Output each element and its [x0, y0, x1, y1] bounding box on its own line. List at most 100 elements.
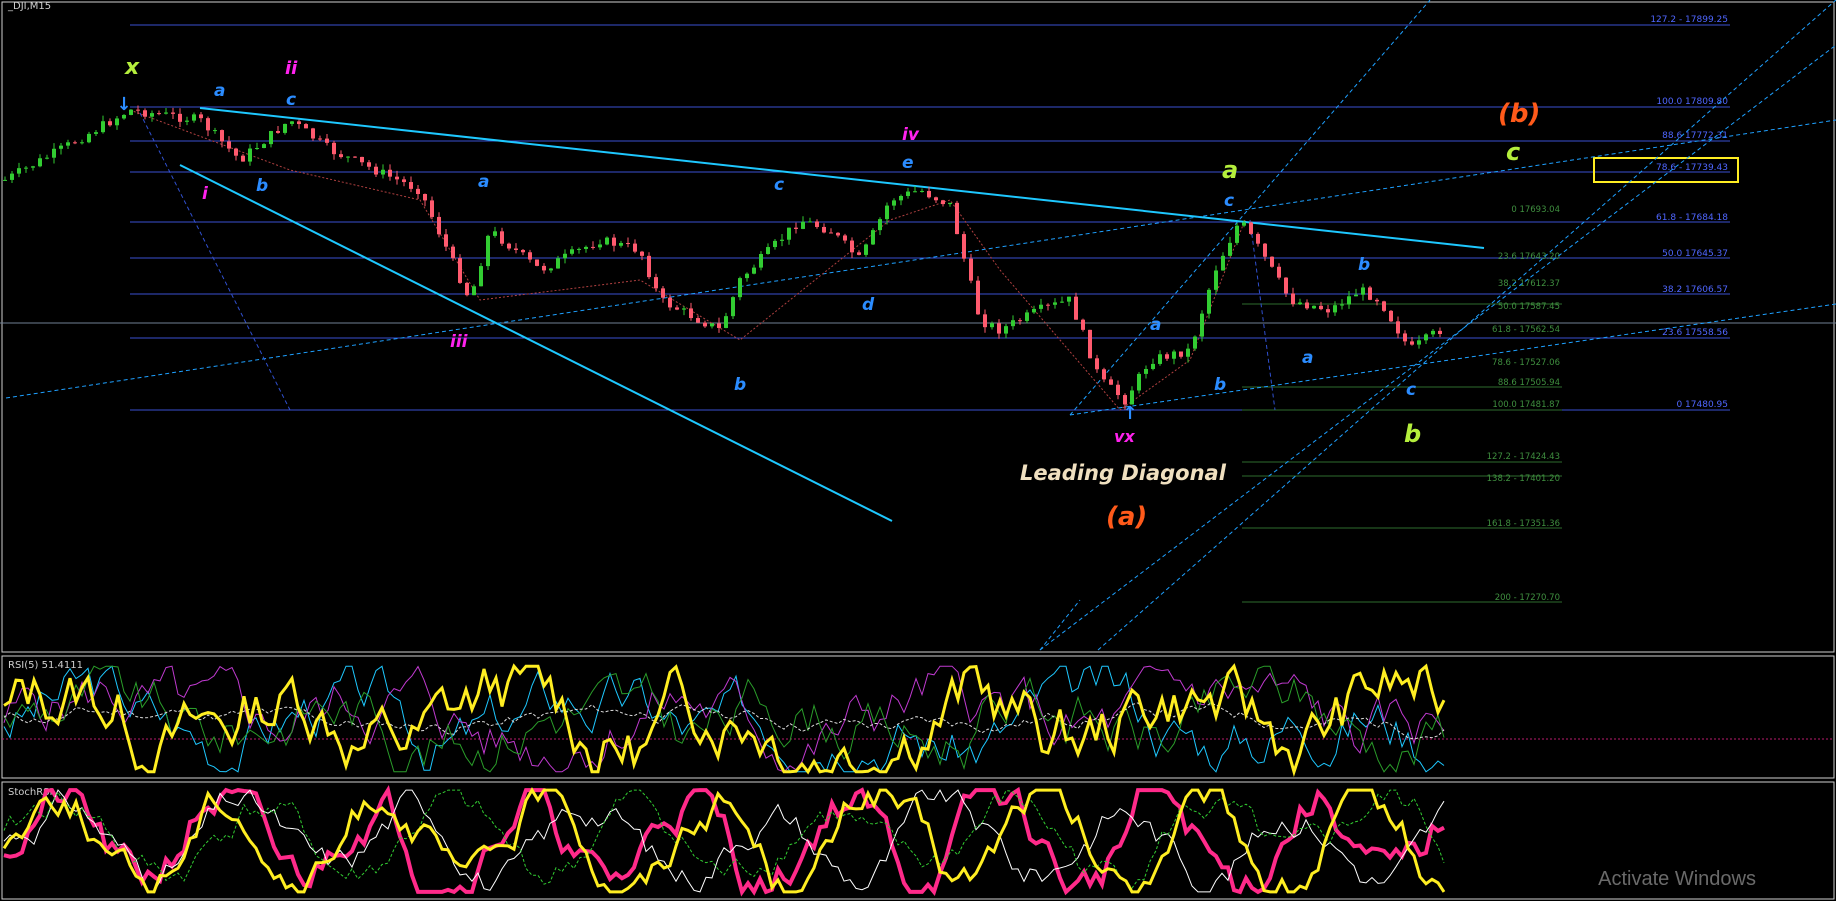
candle-body — [1060, 301, 1064, 303]
candle-body — [178, 113, 182, 122]
candle-body — [927, 190, 931, 198]
candle-body — [10, 173, 14, 180]
candle-body — [563, 253, 567, 259]
candle-body — [171, 112, 175, 114]
candle-body — [115, 118, 119, 126]
candle-body — [1102, 369, 1106, 380]
candle-body — [1249, 222, 1253, 234]
candle-body — [311, 128, 315, 139]
candle-body — [346, 156, 350, 158]
oscillator-line — [3, 663, 1446, 777]
wave-label: vx — [1114, 427, 1135, 446]
candle-body — [1081, 319, 1085, 330]
candle-body — [1074, 296, 1078, 320]
channel-lines[interactable] — [5, 0, 1836, 651]
candle-body — [801, 221, 805, 229]
candle-body — [864, 244, 868, 255]
candle-body — [206, 118, 210, 131]
candle-body — [682, 308, 686, 310]
candle-body — [675, 307, 679, 310]
wave-label: b — [1214, 375, 1226, 395]
candle-body — [1319, 305, 1323, 310]
candle-body — [1410, 341, 1414, 345]
fib-label: 0 17693.04 — [1511, 205, 1560, 215]
stochrsi-indicator[interactable] — [2, 784, 1446, 897]
fib-label: 100.0 17809.80 — [1656, 97, 1728, 107]
symbol-label: _DJI,M15 — [7, 1, 51, 12]
candle-body — [577, 248, 581, 250]
candle-body — [948, 202, 952, 205]
candle-body — [654, 277, 658, 289]
candle-body — [850, 240, 854, 253]
candle-body — [94, 132, 98, 134]
rsi-label: RSI(5) 51.4111 — [8, 660, 83, 671]
candle-body — [626, 243, 630, 245]
oscillator-line — [3, 787, 1445, 895]
candle-body — [80, 142, 84, 144]
candle-body — [493, 231, 497, 236]
candle-body — [1375, 299, 1379, 302]
candle-body — [290, 121, 294, 124]
candle-body — [318, 138, 322, 140]
candle-body — [920, 190, 924, 192]
candle-body — [584, 246, 588, 249]
wave-label: c — [286, 90, 296, 110]
wave-label: a — [1222, 156, 1238, 184]
chart-window[interactable]: _DJI,M15 ▾ 127.2 - 17899.25 100.0 17809.… — [0, 0, 1836, 901]
wave-label: a — [214, 81, 225, 101]
candle-body — [437, 216, 441, 235]
candle-body — [360, 156, 364, 163]
candle-body — [1354, 294, 1358, 297]
candle-body — [570, 249, 574, 254]
candle-body — [24, 167, 28, 169]
candle-body — [1179, 351, 1183, 357]
candle-body — [1291, 293, 1295, 305]
candle-body — [1438, 330, 1442, 335]
candle-body — [185, 120, 189, 122]
wave-label: d — [862, 295, 875, 315]
candle-body — [1165, 354, 1169, 359]
candle-body — [325, 138, 329, 143]
candle-body — [1340, 304, 1344, 306]
candle-body — [101, 121, 105, 133]
candle-body — [1277, 266, 1281, 278]
candle-body — [549, 268, 553, 271]
fib-label: 78.6 - 17527.06 — [1492, 358, 1560, 368]
fib-label: 61.8 - 17684.18 — [1656, 213, 1728, 223]
candle-body — [507, 243, 511, 249]
candle-body — [1228, 242, 1232, 256]
candle-body — [1109, 379, 1113, 385]
candle-body — [409, 182, 413, 189]
fib-label: 38.2 17606.57 — [1662, 285, 1728, 295]
candle-body — [234, 148, 238, 156]
candle-body — [1095, 358, 1099, 370]
candle-body — [542, 265, 546, 271]
candle-body — [500, 231, 504, 244]
fib-label: 0 17480.95 — [1676, 400, 1728, 410]
candle-body — [1018, 320, 1022, 322]
candle-body — [276, 131, 280, 133]
fib-label: 23.6 17643.20 — [1498, 252, 1560, 262]
rsi-indicator[interactable] — [3, 663, 1446, 777]
oscillator-line — [2, 787, 1446, 894]
candle-body — [444, 234, 448, 247]
wave-label: ii — [285, 58, 298, 79]
candle-body — [17, 168, 21, 174]
wave-label: iv — [902, 125, 920, 145]
candle-body — [465, 282, 469, 296]
candle-body — [647, 255, 651, 278]
candle-body — [808, 221, 812, 223]
candle-body — [38, 158, 42, 167]
wave-label: iii — [450, 332, 469, 352]
candle-body — [1137, 373, 1141, 391]
candle-body — [1151, 363, 1155, 369]
wave-label: c — [774, 175, 784, 195]
candle-body — [381, 169, 385, 175]
candle-body — [955, 202, 959, 235]
wave-label: x — [124, 55, 140, 80]
candle-body — [304, 124, 308, 129]
candle-body — [1263, 243, 1267, 257]
candle-body — [1214, 270, 1218, 290]
candle-body — [1396, 321, 1400, 334]
candle-body — [724, 316, 728, 328]
